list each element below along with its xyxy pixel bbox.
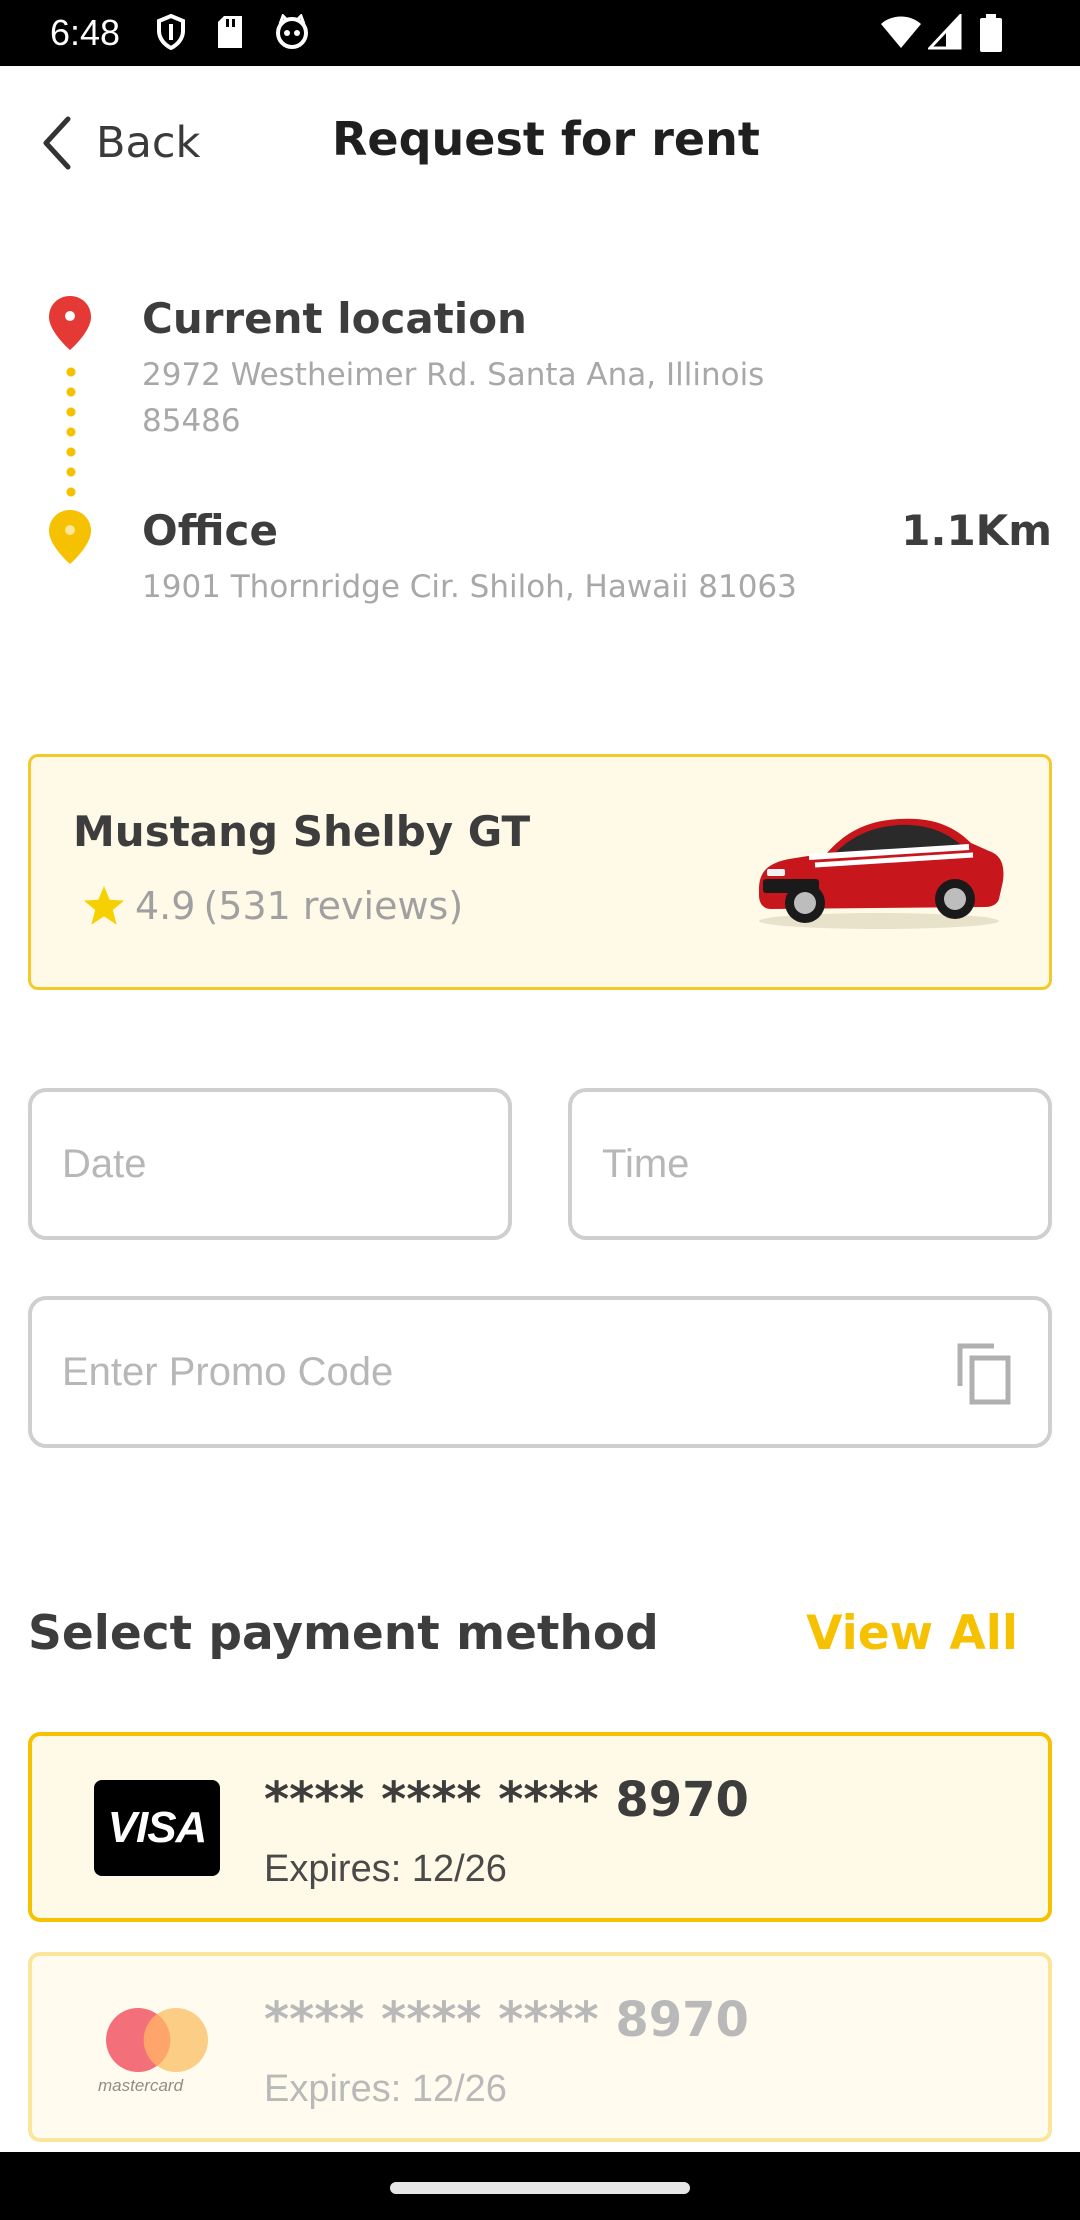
destination-address: 1901 Thornridge Cir. Shiloh, Hawaii 8106…: [142, 569, 797, 605]
mastercard-wordmark: mastercard: [98, 2076, 184, 2095]
promo-code-field[interactable]: [28, 1296, 1052, 1448]
distance-label: 1.1Km: [901, 506, 1052, 555]
mastercard-logo: mastercard: [94, 2000, 220, 2096]
sd-card-icon: [218, 16, 242, 48]
cellular-signal-icon: [928, 14, 962, 50]
card-expiry: Expires: 12/26: [264, 2068, 507, 2110]
page-title: Request for rent: [332, 112, 760, 166]
star-icon: [84, 886, 124, 925]
payment-section-title: Select payment method: [28, 1606, 659, 1661]
card-expiry: Expires: 12/26: [264, 1848, 507, 1890]
card-number: **** **** **** 8970: [264, 1992, 749, 2048]
car-image: [759, 818, 1004, 929]
promo-code-input[interactable]: [60, 1300, 1020, 1444]
car-rating: 4.9 (531 reviews): [81, 883, 463, 929]
review-count: (531 reviews): [203, 884, 464, 928]
chevron-left-icon: [43, 116, 71, 170]
time-field[interactable]: [568, 1088, 1052, 1240]
card-number: **** **** **** 8970: [264, 1772, 749, 1828]
status-time: 6:48: [50, 12, 121, 53]
home-gesture-handle[interactable]: [390, 2182, 690, 2194]
route-dotted-line: [66, 362, 76, 502]
origin-pin-icon: [49, 296, 91, 350]
back-label: Back: [96, 118, 201, 168]
visa-logo: VISA: [94, 1780, 220, 1876]
payment-card-mastercard[interactable]: mastercard **** **** **** 8970 Expires: …: [28, 1952, 1052, 2142]
system-nav-bar: [0, 2152, 1080, 2220]
origin-address: 2972 Westheimer Rd. Santa Ana, Illinois …: [142, 357, 765, 439]
date-field[interactable]: [28, 1088, 512, 1240]
car-card[interactable]: Mustang Shelby GT 4.9 (531 reviews): [28, 754, 1052, 990]
status-bar: 6:48: [0, 0, 1080, 66]
date-input[interactable]: [60, 1092, 480, 1236]
car-name: Mustang Shelby GT: [73, 807, 531, 856]
shield-icon: [157, 14, 185, 50]
time-input[interactable]: [600, 1092, 1020, 1236]
cat-face-icon: [276, 14, 308, 49]
origin-title: Current location: [142, 294, 527, 343]
rating-value: 4.9: [135, 884, 196, 928]
back-button[interactable]: Back: [40, 108, 200, 178]
destination-title: Office: [142, 506, 278, 555]
copy-icon[interactable]: [954, 1340, 1014, 1406]
view-all-link[interactable]: View All: [806, 1606, 1018, 1661]
payment-card-visa[interactable]: VISA **** **** **** 8970 Expires: 12/26: [28, 1732, 1052, 1922]
battery-icon: [980, 14, 1002, 52]
destination-pin-icon: [49, 510, 91, 564]
wifi-icon: [881, 16, 921, 48]
